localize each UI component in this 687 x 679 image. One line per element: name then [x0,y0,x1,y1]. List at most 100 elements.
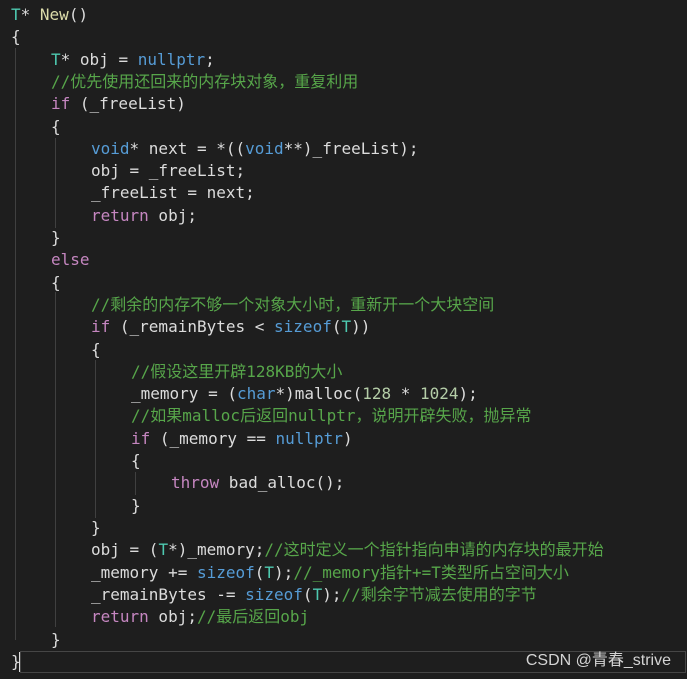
code-line[interactable]: return obj;//最后返回obj [0,606,687,628]
code-token: sizeof [274,317,332,336]
code-line[interactable]: _memory += sizeof(T);//_memory指针+=T类型所占空… [0,562,687,584]
code-token: bad_alloc(); [219,473,345,492]
code-token: return [91,206,149,225]
code-line[interactable]: void* next = *((void**)_freeList); [0,138,687,160]
code-token: nullptr [275,429,343,448]
code-line[interactable]: return obj; [0,205,687,227]
code-token: ) [342,429,353,448]
code-line[interactable]: obj = (T*)_memory;//这时定义一个指针指向申请的内存块的最开始 [0,539,687,561]
code-line[interactable]: { [0,26,687,48]
code-line[interactable]: { [0,116,687,138]
code-token: ; [205,50,215,69]
code-line[interactable]: if (_freeList) [0,93,687,115]
code-line[interactable]: } [0,227,687,249]
code-token: //假设这里开辟128KB的大小 [131,362,343,381]
code-token: (_memory == [150,429,276,448]
code-token: *)_memory; [168,540,265,559]
code-token: } [51,228,61,247]
code-token: else [51,250,90,269]
code-token: return [91,607,149,626]
code-token: obj; [148,607,197,626]
code-token: () [68,5,89,24]
code-token: ); [458,384,478,403]
code-token: //剩余的内存不够一个对象大小时，重新开一个大块空间 [91,295,495,314]
code-token: ( [302,585,313,604]
code-token: } [51,630,61,649]
watermark: CSDN @青春_strive [525,652,671,669]
code-line[interactable]: throw bad_alloc(); [0,472,687,494]
code-token: sizeof [245,585,303,604]
code-token: New [39,5,69,24]
code-token: } [91,518,101,537]
code-line[interactable]: if (_remainBytes < sizeof(T)) [0,316,687,338]
code-token: if [51,94,71,113]
code-token: * next = *(( [129,139,246,158]
code-line[interactable]: { [0,339,687,361]
code-token: if [91,317,111,336]
code-token: //如果malloc后返回nullptr，说明开辟失败，抛异常 [131,406,532,425]
code-token: _memory += [91,563,197,582]
code-token: T [158,540,169,559]
code-line[interactable]: _memory = (char*)malloc(128 * 1024); [0,383,687,405]
code-token: //剩余字节减去使用的字节 [341,585,537,604]
code-token: char [236,384,276,403]
code-line[interactable]: //如果malloc后返回nullptr，说明开辟失败，抛异常 [0,405,687,427]
code-token: ); [274,563,294,582]
code-token: T [341,317,352,336]
code-token: nullptr [137,50,206,69]
code-token: T [11,5,21,24]
code-token: _remainBytes -= [91,585,246,604]
code-token: 1024 [420,384,459,403]
code-token: * obj = [60,50,138,69]
code-line[interactable]: _remainBytes -= sizeof(T);//剩余字节减去使用的字节 [0,584,687,606]
code-token: 128 [362,384,392,403]
code-line[interactable]: //优先使用还回来的内存块对象，重复利用 [0,71,687,93]
code-line[interactable]: } [0,495,687,517]
code-token: T [312,585,323,604]
code-token: (_remainBytes < [110,317,275,336]
code-token: { [11,27,21,46]
code-token: //最后返回obj [196,607,310,626]
code-line[interactable]: } [0,629,687,651]
code-token: //这时定义一个指针指向申请的内存块的最开始 [264,540,604,559]
code-line[interactable]: obj = _freeList; [0,160,687,182]
code-token: *)malloc( [275,384,363,403]
code-token: //_memory指针+=T类型所占空间大小 [293,563,569,582]
code-token: //优先使用还回来的内存块对象，重复利用 [51,72,359,91]
code-token: obj = ( [91,540,159,559]
code-token: _freeList = next; [91,183,255,202]
code-editor[interactable]: T* New(){T* obj = nullptr;//优先使用还回来的内存块对… [0,0,687,679]
code-line[interactable]: _freeList = next; [0,182,687,204]
code-line[interactable]: T* New() [0,4,687,26]
code-token: T [264,563,275,582]
code-token: ( [254,563,265,582]
code-token: obj; [148,206,197,225]
code-token: sizeof [196,563,255,582]
code-token: { [51,273,61,292]
code-token: ); [322,585,342,604]
code-line[interactable]: //假设这里开辟128KB的大小 [0,361,687,383]
code-token: if [131,429,151,448]
code-token: )) [351,317,371,336]
code-token: void [245,139,284,158]
code-token: throw [171,473,220,492]
text-cursor [19,652,20,672]
code-token: * [20,5,40,24]
code-line[interactable]: T* obj = nullptr; [0,49,687,71]
code-token: } [131,496,141,515]
code-token: * [391,384,421,403]
code-line[interactable]: { [0,272,687,294]
code-token: void [91,139,130,158]
code-token: **)_freeList); [283,139,419,158]
code-line[interactable]: { [0,450,687,472]
code-line[interactable]: if (_memory == nullptr) [0,428,687,450]
code-token: { [51,117,61,136]
code-token: (_freeList) [70,94,186,113]
code-token: obj = _freeList; [91,161,246,180]
code-line[interactable]: } [0,517,687,539]
code-token: _memory = ( [131,384,237,403]
code-line[interactable]: //剩余的内存不够一个对象大小时，重新开一个大块空间 [0,294,687,316]
code-token: T [51,50,61,69]
code-token: { [131,451,141,470]
code-line[interactable]: else [0,249,687,271]
